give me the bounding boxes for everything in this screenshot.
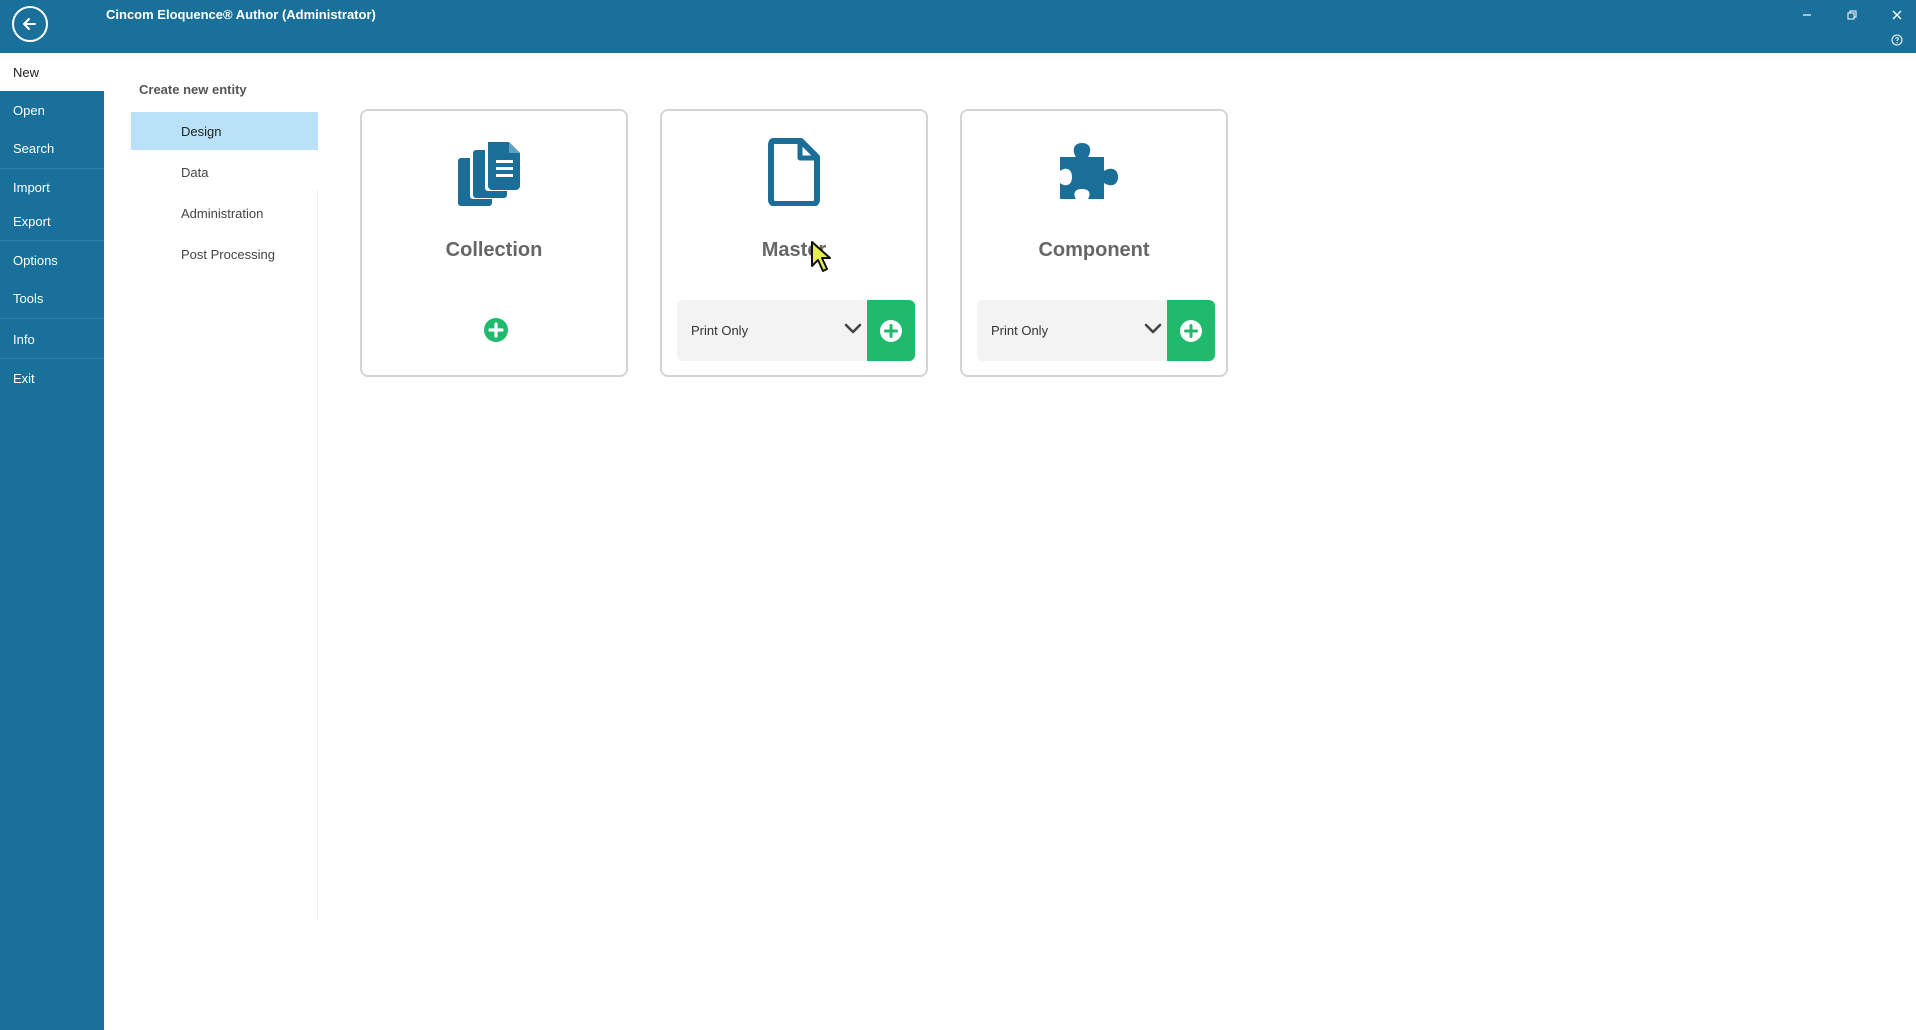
category-label: Data — [181, 164, 209, 180]
nav-item-info[interactable]: Info — [0, 320, 104, 358]
puzzle-icon — [1060, 143, 1118, 199]
nav-item-import[interactable]: Import — [0, 168, 104, 206]
plus-circle-icon — [1180, 319, 1202, 342]
arrow-left-icon — [23, 18, 36, 30]
plus-circle-icon — [880, 319, 902, 342]
category-administration[interactable]: Administration — [131, 194, 318, 232]
nav-label: Info — [13, 331, 35, 347]
category-label: Post Processing — [181, 246, 275, 262]
nav-label: Tools — [13, 290, 44, 306]
component-type-select[interactable]: Print Only — [977, 300, 1167, 361]
card-title: Master — [761, 239, 827, 261]
nav-divider — [0, 318, 104, 319]
card-title: Component — [1038, 239, 1150, 261]
master-type-select[interactable]: Print Only — [677, 300, 867, 361]
create-new-entity-heading: Create new entity — [139, 82, 247, 97]
chevron-down-icon — [1144, 323, 1162, 334]
chevron-down-icon — [844, 323, 862, 334]
restore-icon — [1847, 10, 1857, 20]
collection-icon — [458, 139, 523, 206]
card-title: Collection — [445, 239, 543, 261]
category-design[interactable]: Design — [131, 112, 318, 150]
nav-label: Open — [13, 102, 45, 118]
document-icon — [768, 138, 820, 206]
close-button[interactable] — [1885, 6, 1909, 24]
pane-divider — [317, 190, 318, 920]
nav-label: Options — [13, 252, 58, 268]
add-master-button[interactable] — [867, 300, 915, 361]
master-card: Master Print Only — [660, 109, 928, 377]
nav-item-tools[interactable]: Tools — [0, 279, 104, 317]
nav-label: Import — [13, 179, 50, 195]
nav-item-new[interactable]: New — [0, 53, 104, 91]
nav-item-search[interactable]: Search — [0, 129, 104, 167]
close-icon — [1892, 10, 1902, 20]
nav-label: Export — [13, 213, 51, 229]
component-card: Component Print Only — [960, 109, 1228, 377]
nav-item-export[interactable]: Export — [0, 202, 104, 240]
select-value: Print Only — [691, 323, 749, 338]
help-icon — [1891, 34, 1903, 46]
category-label: Administration — [181, 205, 264, 221]
nav-label: Exit — [13, 370, 35, 386]
minimize-button[interactable] — [1795, 6, 1819, 24]
category-label: Design — [181, 123, 222, 139]
add-collection-button[interactable] — [483, 317, 509, 343]
nav-label: Search — [13, 140, 55, 156]
title-bar: Cincom Eloquence® Author (Administrator) — [0, 0, 1916, 53]
minimize-icon — [1803, 14, 1811, 16]
collection-card: Collection — [360, 109, 628, 377]
nav-label: New — [13, 64, 40, 80]
select-value: Print Only — [991, 323, 1049, 338]
back-button[interactable] — [12, 6, 48, 42]
nav-item-open[interactable]: Open — [0, 91, 104, 129]
help-button[interactable] — [1890, 33, 1904, 47]
plus-circle-icon — [484, 318, 508, 342]
add-component-button[interactable] — [1167, 300, 1215, 361]
restore-button[interactable] — [1840, 6, 1864, 24]
app-title: Cincom Eloquence® Author (Administrator) — [106, 7, 376, 22]
left-navigation: New Open Search Import Export Options To… — [0, 53, 104, 1030]
category-post-processing[interactable]: Post Processing — [131, 235, 318, 273]
nav-item-exit[interactable]: Exit — [0, 359, 104, 397]
nav-item-options[interactable]: Options — [0, 241, 104, 279]
category-data[interactable]: Data — [131, 153, 318, 191]
